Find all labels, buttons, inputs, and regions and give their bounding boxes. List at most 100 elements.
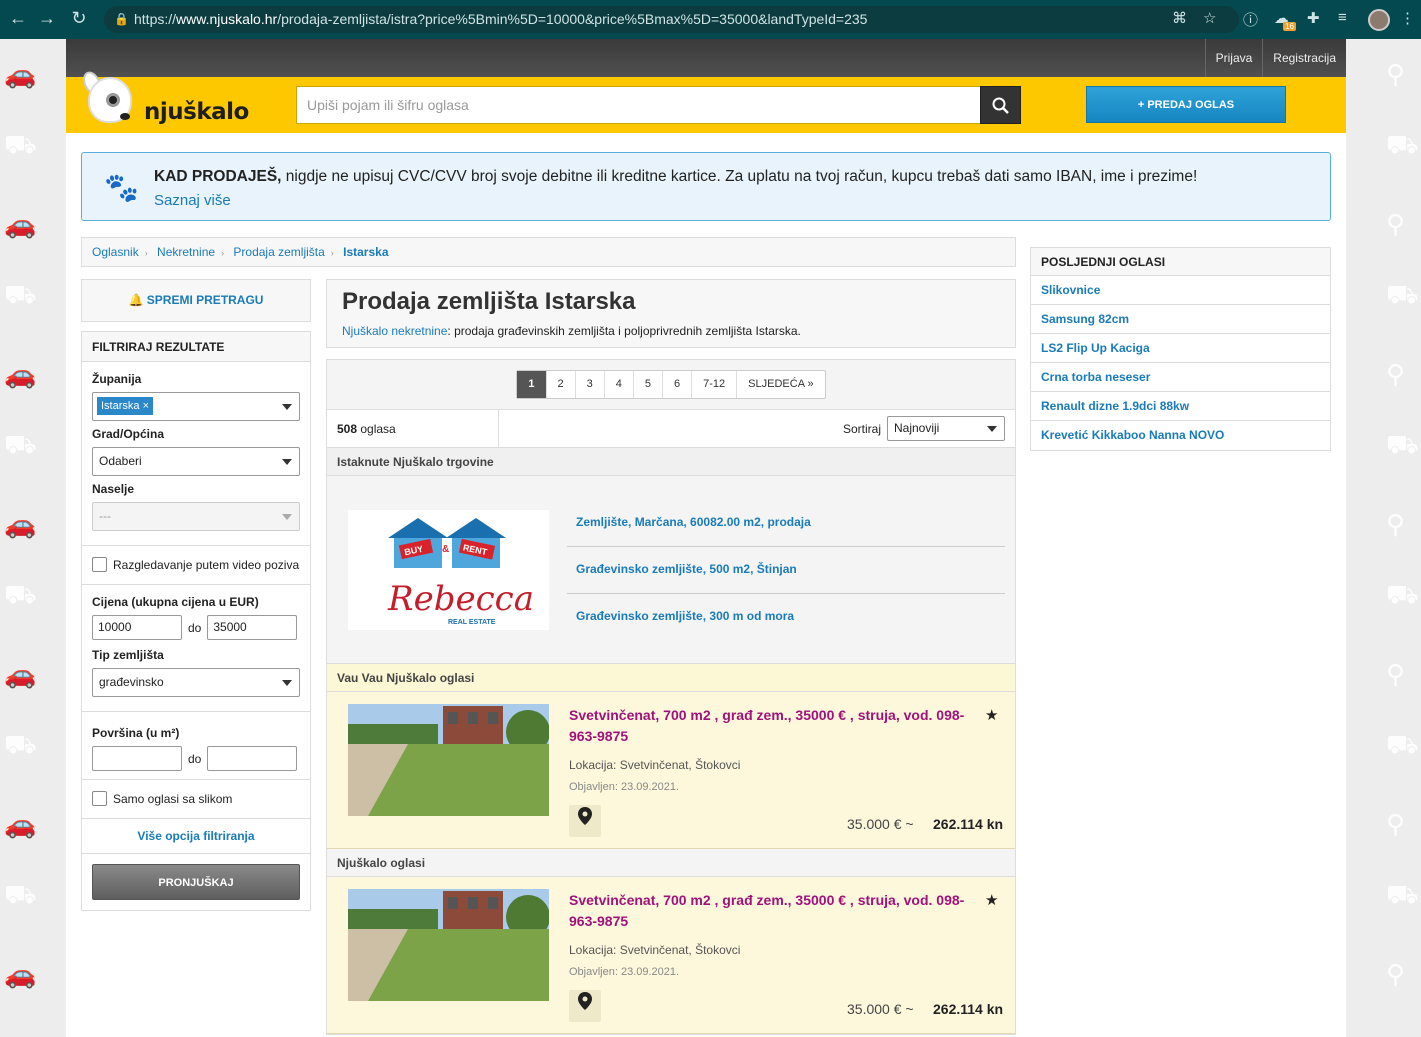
title-box: Prodaja zemljišta Istarska Njuškalo nekr…	[326, 279, 1016, 348]
ad-image[interactable]	[348, 889, 549, 1001]
page-5[interactable]: 5	[632, 371, 662, 398]
recent-ad-link[interactable]: Crna torba neseser	[1031, 363, 1330, 392]
sort-select[interactable]: Najnoviji	[887, 416, 1005, 441]
recent-ad-link[interactable]: LS2 Flip Up Kaciga	[1031, 334, 1330, 363]
video-label: Razgledavanje putem video poziva	[113, 558, 300, 572]
map-pin-icon[interactable]	[569, 805, 601, 837]
recent-ads-header: POSLJEDNJI OGLASI	[1031, 248, 1330, 276]
location-filters: Županija Istarska × Grad/Općina Odaberi …	[82, 362, 310, 546]
area-min-input[interactable]	[92, 746, 182, 771]
store-link[interactable]: Građevinsko zemljište, 500 m2, Štinjan	[567, 547, 1005, 594]
store-name-text: Rebecca	[387, 579, 534, 619]
left-background: 🚗 ⛟ 🚗 ⛟ 🚗 ⛟ 🚗 ⛟ 🚗 ⛟ 🚗 ⛟ 🚗	[0, 39, 66, 1037]
url-path: /prodaja-zemljista/istra?price%5Bmin%5D=…	[277, 11, 868, 27]
subtitle-link[interactable]: Njuškalo nekretnine	[342, 324, 447, 338]
recent-ad-link[interactable]: Renault dizne 1.9dci 88kw	[1031, 392, 1330, 421]
bookmark-star-icon[interactable]: ☆	[1203, 9, 1216, 27]
filter-sidebar: 🔔 SPREMI PRETRAGU FILTRIRAJ REZULTATE Žu…	[81, 279, 311, 911]
page-6[interactable]: 6	[662, 371, 691, 398]
dog-mascot-icon	[79, 68, 140, 133]
price-filter: Cijena (ukupna cijena u EUR) 10000 do 35…	[82, 585, 310, 712]
remove-tag-icon[interactable]: ×	[143, 400, 149, 412]
page: Prijava Registracija njuškalo Upiši poja…	[66, 39, 1346, 1037]
profile-avatar[interactable]	[1368, 9, 1390, 31]
store-logo[interactable]: BUY RENT & Rebecca REAL ESTATE	[348, 510, 549, 630]
area-filter: Površina (u m²) do	[82, 712, 310, 780]
forward-icon[interactable]: →	[31, 8, 63, 29]
recent-ad-link[interactable]: Slikovnice	[1031, 276, 1330, 305]
recent-ad-link[interactable]: Samsung 82cm	[1031, 305, 1330, 334]
address-bar[interactable]: 🔒 https://www.njuskalo.hr/prodaja-zemljis…	[104, 6, 1239, 33]
search-submit-button[interactable]: PRONJUŠKAJ	[92, 864, 300, 900]
extension-icon[interactable]: ⓘ	[1243, 9, 1258, 30]
map-pin-icon[interactable]	[569, 990, 601, 1022]
search-icon	[992, 97, 1009, 114]
right-background: ⚲ ⛟ ⚲ ⛟ ⚲ ⛟ ⚲ ⛟ ⚲ ⛟ ⚲ ⛟ ⚲	[1346, 39, 1421, 1037]
ad-item[interactable]: Svetvinčenat, 700 m2 , građ zem., 35000 …	[327, 877, 1015, 1034]
price-to-label: do	[188, 620, 202, 635]
notice-more-link[interactable]: Saznaj više	[154, 192, 231, 209]
recent-ad-link[interactable]: Krevetić Kikkaboo Nanna NOVO	[1031, 421, 1330, 450]
register-link[interactable]: Registracija	[1262, 39, 1346, 77]
sell-ad-button[interactable]: + PREDAJ OGLAS	[1086, 86, 1286, 123]
reload-icon[interactable]: ↻	[63, 8, 95, 29]
listing-box: 1 2 3 4 5 6 7-12 SLJEDEĆA » 508 oglasa S…	[326, 359, 1016, 1035]
next-page[interactable]: SLJEDEĆA »	[736, 371, 824, 398]
area-max-input[interactable]	[207, 746, 298, 771]
ad-price-eur: 35.000 € ~	[847, 816, 914, 832]
media-icon[interactable]: ≡	[1338, 9, 1347, 26]
sort-label: Sortiraj	[842, 421, 881, 436]
page-7-12[interactable]: 7-12	[691, 371, 736, 398]
notice-message: KAD PRODAJEŠ, nigdje ne upisuj CVC/CVV b…	[154, 168, 1197, 186]
login-link[interactable]: Prijava	[1204, 39, 1263, 77]
county-tag[interactable]: Istarska ×	[97, 397, 154, 415]
search-input[interactable]: Upiši pojam ili šifru oglasa	[296, 86, 981, 124]
menu-dots-icon[interactable]: ⋮	[1400, 9, 1415, 27]
url-host: www.njuskalo.hr	[176, 11, 278, 27]
translate-icon[interactable]: ⌘	[1172, 9, 1187, 27]
page-1[interactable]: 1	[517, 371, 546, 398]
county-select[interactable]: Istarska ×	[92, 392, 300, 421]
ad-location: Lokacija: Svetvinčenat, Štokovci	[569, 943, 741, 957]
ad-item[interactable]: Svetvinčenat, 700 m2 , građ zem., 35000 …	[327, 692, 1015, 849]
puzzle-icon[interactable]: ✚	[1307, 9, 1320, 27]
price-min-input[interactable]: 10000	[92, 615, 182, 640]
with-image-checkbox[interactable]: Samo oglasi sa slikom	[92, 790, 300, 808]
ad-title[interactable]: Svetvinčenat, 700 m2 , građ zem., 35000 …	[569, 890, 979, 932]
land-type-select[interactable]: građevinsko	[92, 668, 300, 697]
city-select[interactable]: Odaberi	[92, 447, 300, 476]
security-notice: 🐾 KAD PRODAJEŠ, nigdje ne upisuj CVC/CVV…	[81, 152, 1331, 221]
video-checkbox[interactable]: Razgledavanje putem video poziva	[92, 556, 300, 574]
ad-price-eur: 35.000 € ~	[847, 1001, 914, 1017]
page-3[interactable]: 3	[574, 371, 604, 398]
breadcrumb-oglasnik[interactable]: Oglasnik	[92, 245, 139, 259]
price-max-input[interactable]: 35000	[207, 615, 298, 640]
save-search-button[interactable]: 🔔 SPREMI PRETRAGU	[81, 279, 311, 322]
back-icon[interactable]: ←	[2, 8, 34, 29]
page-subtitle: Njuškalo nekretnine: prodaja građevinski…	[342, 324, 801, 338]
pagination-row: 1 2 3 4 5 6 7-12 SLJEDEĆA »	[327, 360, 1015, 410]
store-link[interactable]: Zemljište, Marčana, 60082.00 m2, prodaja	[567, 500, 1005, 547]
bell-icon: 🔔	[128, 293, 147, 307]
page-2[interactable]: 2	[545, 371, 575, 398]
ad-image[interactable]	[348, 704, 549, 816]
sort-row: 508 oglasa Sortiraj Najnoviji	[327, 409, 1015, 448]
star-icon[interactable]: ★	[985, 891, 998, 909]
breadcrumb-nekretnine[interactable]: Nekretnine	[157, 245, 215, 259]
page-4[interactable]: 4	[603, 371, 633, 398]
star-icon[interactable]: ★	[985, 706, 998, 724]
ad-title[interactable]: Svetvinčenat, 700 m2 , građ zem., 35000 …	[569, 705, 979, 747]
site-logo[interactable]: njuškalo	[79, 68, 249, 133]
filter-header: FILTRIRAJ REZULTATE	[82, 332, 310, 362]
breadcrumb-prodaja-zemljista[interactable]: Prodaja zemljišta	[233, 245, 324, 259]
paw-icon: 🐾	[104, 172, 139, 203]
price-label: Cijena (ukupna cijena u EUR)	[92, 595, 259, 609]
image-filter: Samo oglasi sa slikom	[82, 780, 310, 819]
store-link[interactable]: Građevinsko zemljište, 300 m od mora	[567, 594, 1005, 641]
extension-badge: 16	[1283, 22, 1296, 31]
notice-text: nigdje ne upisuj CVC/CVV broj svoje debi…	[281, 168, 1198, 185]
search-button[interactable]	[980, 86, 1021, 124]
area-label: Površina (u m²)	[92, 726, 180, 740]
pagination: 1 2 3 4 5 6 7-12 SLJEDEĆA »	[516, 370, 826, 399]
more-filter-options-link[interactable]: Više opcija filtriranja	[82, 819, 310, 854]
